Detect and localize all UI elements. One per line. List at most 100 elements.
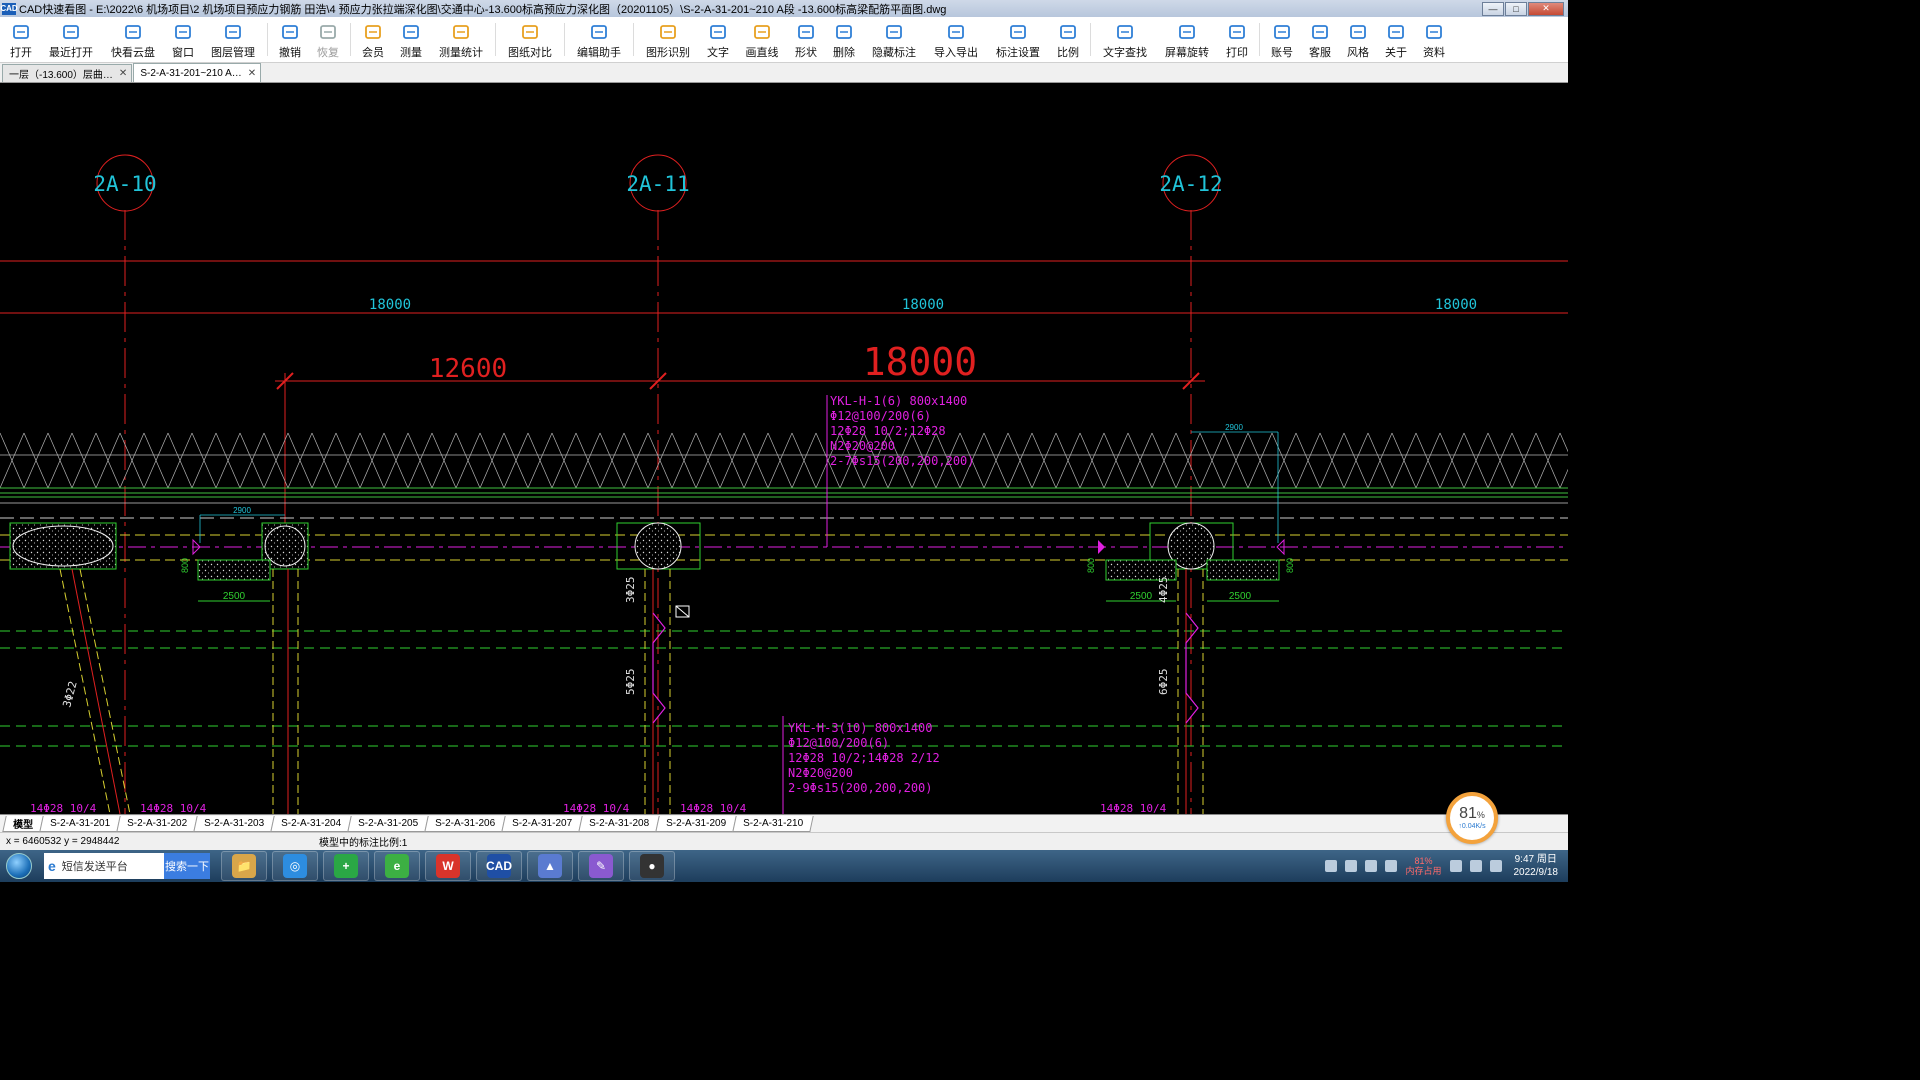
small-dimension: 2500 (1229, 591, 1252, 602)
shape-recognize-label: 图形识别 (646, 47, 690, 59)
beam-annot-line: 2-9Φs15(200,200,200) (788, 781, 933, 795)
help-icon[interactable] (1345, 860, 1358, 872)
model-tab[interactable]: 模型 (2, 815, 44, 832)
taskbar-app-explorer[interactable]: 📁 (221, 851, 267, 881)
info-icon (1385, 22, 1407, 42)
layout-tab[interactable]: S-2-A-31-208 (578, 815, 660, 832)
cad-drawing-canvas[interactable]: 2A-10 2A-11 2A-12 18000 18000 18000 1260… (0, 83, 1585, 815)
scale-button[interactable]: 比例 (1049, 17, 1087, 62)
cad-drawing[interactable]: 2A-10 2A-11 2A-12 18000 18000 18000 1260… (0, 83, 1585, 815)
text-button[interactable]: 文字 (699, 17, 737, 62)
print-button[interactable]: 打印 (1218, 17, 1256, 62)
layout-tab[interactable]: S-2-A-31-204 (270, 815, 352, 832)
taskbar-app-photo[interactable]: ▲ (527, 851, 573, 881)
find-text-button[interactable]: 文字查找 (1094, 17, 1156, 62)
vip-label: 会员 (362, 47, 384, 59)
taskbar-app-ie-green[interactable]: e (374, 851, 420, 881)
measure-button[interactable]: 测量 (392, 17, 430, 62)
annot-settings-label: 标注设置 (996, 47, 1040, 59)
tool-icon[interactable] (1365, 860, 1378, 872)
minimize-button[interactable]: — (1482, 1, 1504, 16)
recent-button[interactable]: 最近打开 (40, 17, 102, 62)
document-tab[interactable]: S-2-A-31-201~210 A… ✕ (133, 63, 262, 82)
shape-icon (795, 22, 817, 42)
taskbar-app-paint[interactable]: ✎ (578, 851, 624, 881)
annot-settings-button[interactable]: 标注设置 (987, 17, 1049, 62)
layout-tab[interactable]: S-2-A-31-209 (655, 815, 737, 832)
layout-tab-label: S-2-A-31-203 (204, 817, 265, 829)
clock[interactable]: 9:47 周日 2022/9/18 (1510, 853, 1563, 879)
close-tab-icon[interactable]: ✕ (119, 68, 127, 79)
layout-tab[interactable]: S-2-A-31-201 (39, 815, 121, 832)
hide-annot-button[interactable]: 隐藏标注 (863, 17, 925, 62)
taskbar-app-cad[interactable]: CAD (476, 851, 522, 881)
eye-hide-icon (883, 22, 905, 42)
window-label: 窗口 (172, 47, 194, 59)
about-button[interactable]: 关于 (1377, 17, 1415, 62)
layout-tab[interactable]: S-2-A-31-205 (347, 815, 429, 832)
layout-tab-label: S-2-A-31-206 (435, 817, 496, 829)
vip-button[interactable]: 会员 (354, 17, 392, 62)
erase-button[interactable]: 删除 (825, 17, 863, 62)
shape-button[interactable]: 形状 (787, 17, 825, 62)
resources-button[interactable]: 资料 (1415, 17, 1453, 62)
taskbar-app-wps[interactable]: W (425, 851, 471, 881)
compare-button[interactable]: 图纸对比 (499, 17, 561, 62)
edit-icon (588, 22, 610, 42)
redo-button[interactable]: 恢复 (309, 17, 347, 62)
service-button[interactable]: 客服 (1301, 17, 1339, 62)
find-text-label: 文字查找 (1103, 47, 1147, 59)
toolbar-separator (633, 23, 634, 56)
layout-tab[interactable]: S-2-A-31-210 (732, 815, 815, 832)
dimension-text-large: 12600 (429, 354, 507, 384)
battery-icon[interactable] (1385, 860, 1398, 872)
import-export-button[interactable]: 导入导出 (925, 17, 987, 62)
taskbar-app-browser-360[interactable]: ◎ (272, 851, 318, 881)
layout-tab[interactable]: S-2-A-31-202 (116, 815, 198, 832)
memory-unit: % (1476, 810, 1485, 820)
small-dimension: 800 (1285, 558, 1295, 573)
taskbar-app-avatar-app[interactable]: ● (629, 851, 675, 881)
document-tab[interactable]: 一层（-13.600）层曲… ✕ (2, 64, 133, 82)
beam-annot-line: Φ12@100/200(6) (788, 736, 889, 750)
layout-tab[interactable]: S-2-A-31-206 (424, 815, 506, 832)
layout-tab[interactable]: S-2-A-31-207 (501, 815, 583, 832)
edit-helper-button[interactable]: 编辑助手 (568, 17, 630, 62)
account-button[interactable]: 账号 (1263, 17, 1301, 62)
tray-memory[interactable]: 81% 内存占用 (1405, 856, 1441, 876)
undo-label: 撤销 (279, 47, 301, 59)
windows-logo-icon (6, 853, 32, 879)
taskbar-search[interactable]: e 短信发送平台 (44, 853, 164, 879)
window-button[interactable]: 窗口 (164, 17, 202, 62)
taskbar-app-add-app[interactable]: + (323, 851, 369, 881)
memory-widget[interactable]: 81% ↑0.04K/s (1446, 792, 1498, 844)
close-tab-icon[interactable]: ✕ (248, 68, 256, 79)
beam-annot-line: Φ12@100/200(6) (830, 409, 931, 423)
open-button[interactable]: 打开 (2, 17, 40, 62)
line-button[interactable]: 画直线 (737, 17, 787, 62)
measure-stats-button[interactable]: 测量统计 (430, 17, 492, 62)
rotate-button[interactable]: 屏幕旋转 (1156, 17, 1218, 62)
cloud-button[interactable]: 快看云盘 (102, 17, 164, 62)
network-icon[interactable] (1469, 860, 1482, 872)
volume-icon[interactable] (1489, 860, 1502, 872)
shape-recognize-icon (657, 22, 679, 42)
vip-icon (362, 22, 384, 42)
wechat-icon[interactable] (1449, 860, 1462, 872)
layers-button[interactable]: 图层管理 (202, 17, 264, 62)
resources-icon (1423, 22, 1445, 42)
search-button[interactable]: 搜索一下 (164, 853, 210, 879)
keyboard-icon[interactable] (1325, 860, 1338, 872)
title-bar: CAD CAD快速看图 - E:\2022\6 机场项目\2 机场项目预应力钢筋… (0, 0, 1568, 17)
shape-recognize-button[interactable]: 图形识别 (637, 17, 699, 62)
style-button[interactable]: 风格 (1339, 17, 1377, 62)
close-button[interactable]: ✕ (1528, 1, 1564, 16)
maximize-button[interactable]: □ (1505, 1, 1527, 16)
redo-icon (317, 22, 339, 42)
layout-tab[interactable]: S-2-A-31-203 (193, 815, 275, 832)
start-button[interactable] (0, 850, 38, 882)
beam-annot-line: N2Φ20@200 (830, 439, 895, 453)
account-label: 账号 (1271, 47, 1293, 59)
axis-label: 2A-10 (93, 172, 156, 196)
undo-button[interactable]: 撤销 (271, 17, 309, 62)
